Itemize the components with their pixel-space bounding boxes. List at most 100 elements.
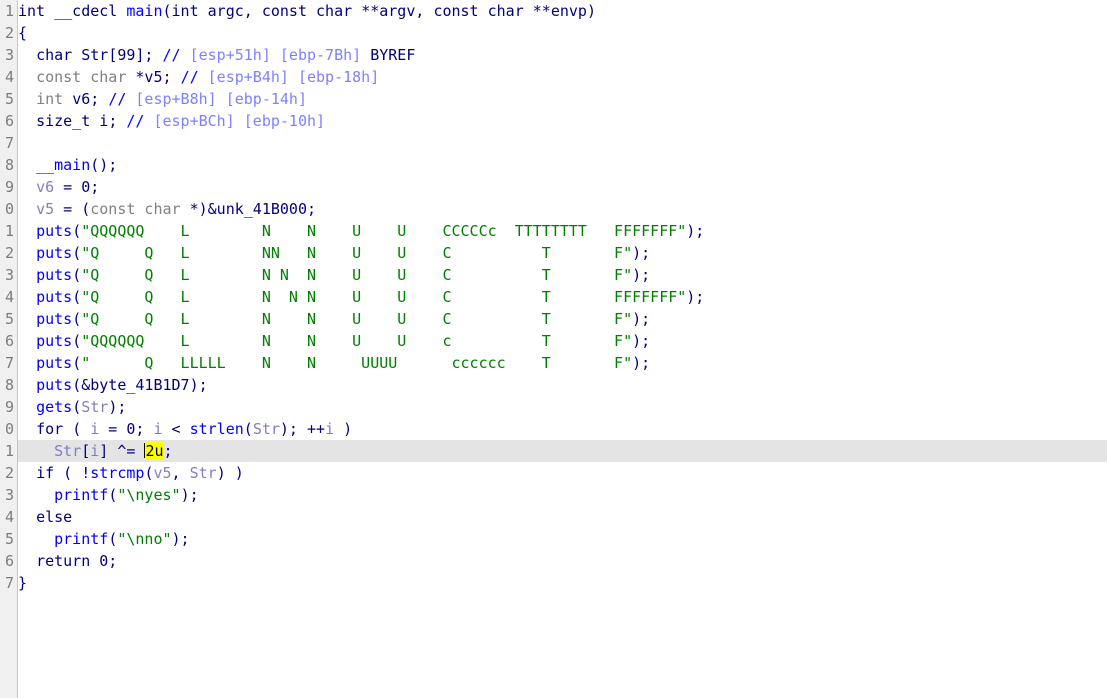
code-token: "\nno" [117,530,172,548]
code-line[interactable] [18,132,1107,154]
code-token: argc [207,2,244,20]
code-line[interactable]: int __cdecl main(int argc, const char **… [18,0,1107,22]
code-token: Str [189,464,217,482]
paren-close-semicolon: ); [632,354,651,372]
code-line-current[interactable]: Str[i] ^= 2u; [18,440,1107,462]
paren-open: ( [72,332,82,350]
code-token: Str [81,398,109,416]
code-line[interactable]: } [18,572,1107,594]
code-token: Str [81,46,109,64]
banner-string-literal: " Q LLLLL N N UUUU cccccc T F" [81,354,633,372]
code-token: for [36,420,73,438]
code-token: const char [433,2,533,20]
code-line[interactable]: puts(" Q LLLLL N N UUUU cccccc T F"); [18,352,1107,374]
code-token: ; [162,68,181,86]
line-number: 6 [4,112,14,130]
code-token: i [90,420,100,438]
line-number: 8 [4,156,14,174]
code-token: __cdecl [54,2,127,20]
code-token: [esp+B4h] [ebp-18h] [207,68,380,86]
code-token: [esp+B8h] [ebp-14h] [135,90,307,108]
code-surface[interactable]: int __cdecl main(int argc, const char **… [18,0,1107,698]
code-token: const char [261,2,362,20]
code-token: ) ) [216,464,244,482]
code-line[interactable]: return 0; [18,550,1107,572]
code-token: 0; [99,552,118,570]
call-name-puts: puts [36,310,73,328]
code-token: ; [163,442,173,460]
code-line[interactable]: puts("Q Q L N N U U C T F"); [18,308,1107,330]
code-token: ] ^= [99,442,145,460]
code-token: ( [108,486,118,504]
code-line[interactable]: __main(); [18,154,1107,176]
paren-close-semicolon: ); [632,310,651,328]
code-token: int [36,90,73,108]
banner-string-literal: "Q Q L N N N U U C T FFFFFFF" [81,288,687,306]
paren-close-semicolon: ); [686,288,705,306]
code-line[interactable]: for ( i = 0; i < strlen(Str); ++i ) [18,418,1107,440]
code-line[interactable]: const char *v5; // [esp+B4h] [ebp-18h] [18,66,1107,88]
code-line[interactable]: printf("\nno"); [18,528,1107,550]
call-name-puts: puts [36,266,73,284]
code-line[interactable]: puts(&byte_41B1D7); [18,374,1107,396]
call-name-puts: puts [36,332,73,350]
code-token: v6 [72,90,91,108]
code-token: [esp+BCh] [ebp-10h] [153,112,326,130]
code-token: ; [90,90,109,108]
code-line[interactable]: else [18,506,1107,528]
code-token: puts [36,376,73,394]
call-name-puts: puts [36,244,73,262]
code-line[interactable]: size_t i; // [esp+BCh] [ebp-10h] [18,110,1107,132]
code-token: Str [252,420,280,438]
line-number: 5 [4,310,14,328]
code-line[interactable]: puts("Q Q L N N N U U C T FFFFFFF"); [18,286,1107,308]
code-token: // [126,112,154,130]
code-token: strlen [189,420,244,438]
code-line[interactable]: if ( !strcmp(v5, Str) ) [18,462,1107,484]
code-line[interactable]: puts("QQQQQQ L N N U U c T F"); [18,330,1107,352]
code-line[interactable]: char Str[99]; // [esp+51h] [ebp-7Bh] BYR… [18,44,1107,66]
code-token: ( [72,420,91,438]
code-token: if [36,464,64,482]
code-token: i [325,420,335,438]
code-line[interactable]: puts("QQQQQQ L N N U U CCCCCc TTTTTTTT F… [18,220,1107,242]
code-line[interactable]: int v6; // [esp+B8h] [ebp-14h] [18,88,1107,110]
code-token: = 0; [99,420,154,438]
code-line[interactable]: v5 = (const char *)&unk_41B000; [18,198,1107,220]
code-token: [esp+51h] [ebp-7Bh] [189,46,371,64]
call-name-puts: puts [36,222,73,240]
code-line[interactable]: gets(Str); [18,396,1107,418]
code-line[interactable]: puts("Q Q L N N N U U C T F"); [18,264,1107,286]
code-line[interactable]: v6 = 0; [18,176,1107,198]
line-number: 1 [4,2,14,20]
paren-open: ( [72,244,82,262]
code-token: size_t [36,112,100,130]
code-token: } [18,574,28,592]
line-number: 7 [4,354,14,372]
line-number: 2 [4,24,14,42]
line-number: 7 [4,574,14,592]
code-token: { [18,24,28,42]
code-token: = ( [54,200,91,218]
code-token: ( [72,398,82,416]
highlighted-token[interactable]: 2u [145,442,164,460]
line-number: 0 [4,200,14,218]
paren-close-semicolon: ); [686,222,705,240]
code-token: __main [36,156,91,174]
banner-string-literal: "Q Q L NN N U U C T F" [81,244,633,262]
code-line[interactable]: puts("Q Q L NN N U U C T F"); [18,242,1107,264]
code-token: "\nyes" [117,486,181,504]
line-number: 6 [4,332,14,350]
line-number: 4 [4,68,14,86]
code-token: ; [108,112,127,130]
code-line[interactable]: printf("\nyes"); [18,484,1107,506]
code-line[interactable]: { [18,22,1107,44]
code-token: ); [108,398,127,416]
